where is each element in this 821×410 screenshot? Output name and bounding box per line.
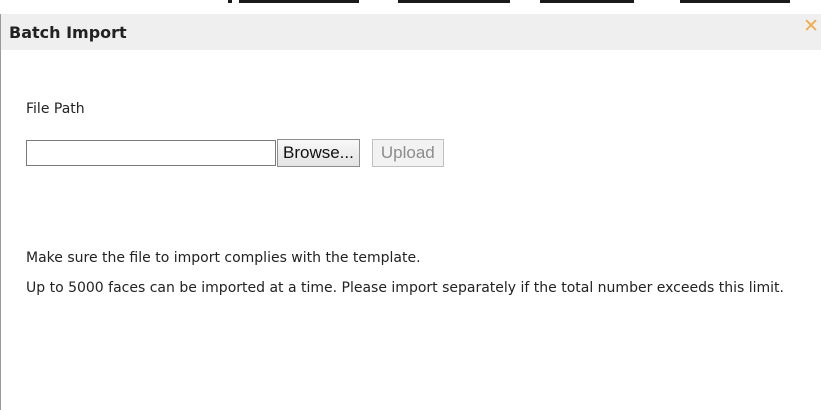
file-path-label: File Path [26, 101, 85, 117]
close-icon[interactable]: ✕ [803, 17, 819, 36]
background-edge [398, 0, 510, 3]
background-window-strip [0, 0, 821, 14]
dialog-titlebar: Batch Import ✕ [1, 14, 821, 50]
background-edge [540, 0, 634, 3]
browse-button[interactable]: Browse... [277, 139, 360, 167]
import-notes: Make sure the file to import complies wi… [26, 243, 816, 303]
file-path-row: Browse... Upload [26, 139, 444, 167]
background-edge [680, 0, 790, 3]
batch-import-dialog: Batch Import ✕ File Path Browse... Uploa… [0, 14, 821, 410]
upload-button[interactable]: Upload [371, 139, 444, 167]
template-note: Make sure the file to import complies wi… [26, 250, 421, 266]
limit-note: Up to 5000 faces can be imported at a ti… [26, 280, 784, 296]
file-path-input[interactable] [26, 140, 276, 166]
dialog-title: Batch Import [9, 22, 127, 42]
background-edge [239, 0, 359, 3]
background-edge [228, 0, 232, 3]
